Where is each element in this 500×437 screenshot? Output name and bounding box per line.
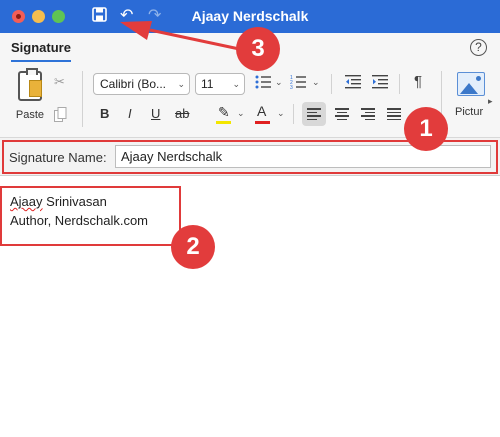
annotation-marker-2: 2 [171,225,215,269]
annotation-marker-3: 3 [236,27,280,71]
annotation-marker-1: 1 [404,107,448,151]
